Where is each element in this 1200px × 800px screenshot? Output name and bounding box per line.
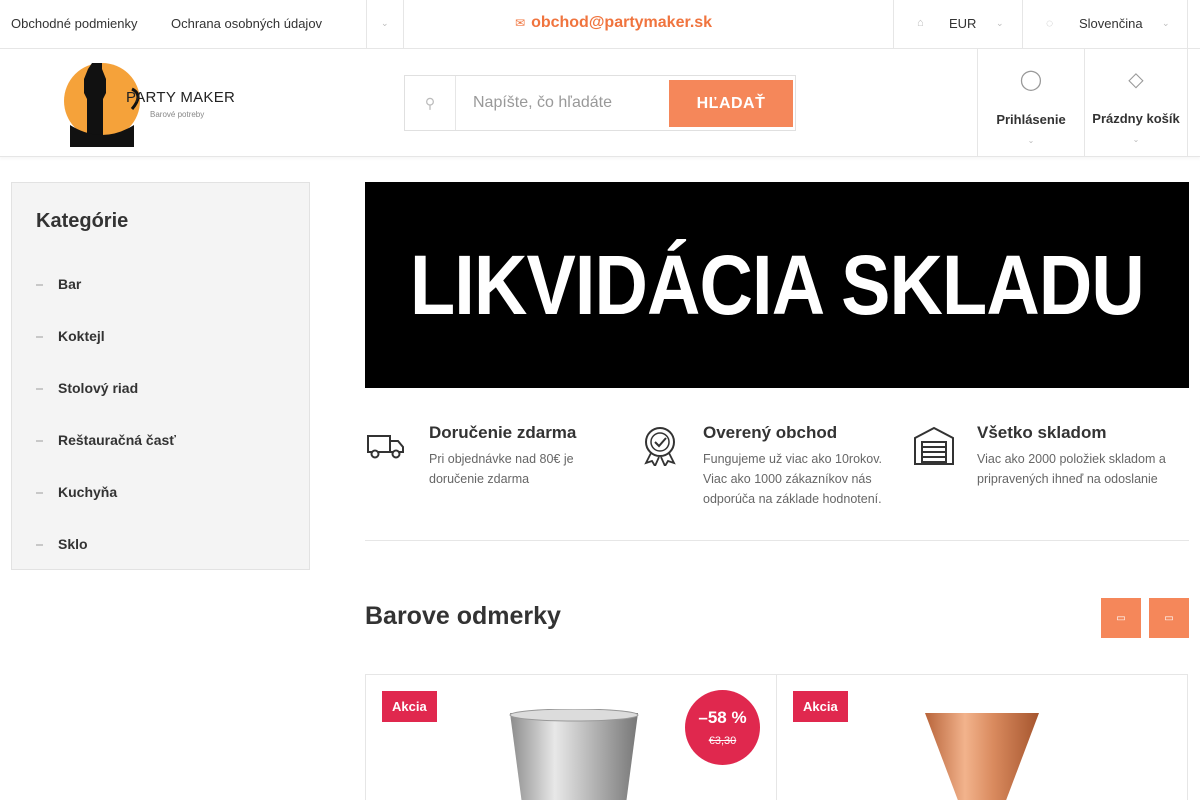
benefit-text: Fungujeme už viac ako 10rokov. Viac ako … xyxy=(703,452,883,506)
category-label: Sklo xyxy=(58,536,88,552)
bullet-icon xyxy=(36,388,43,391)
category-label: Kuchyňa xyxy=(58,484,118,500)
search-input[interactable] xyxy=(473,88,663,118)
discount-percent: –58 % xyxy=(698,708,747,727)
globe-icon: ◌ xyxy=(1046,16,1054,30)
discount-badge: –58 % €3,30 xyxy=(685,690,760,765)
category-item-restauracna-cast[interactable]: Reštauračná časť xyxy=(36,432,176,448)
divider xyxy=(403,0,404,48)
category-label: Stolový riad xyxy=(58,380,139,396)
sale-badge: Akcia xyxy=(793,691,848,722)
carousel-next-button[interactable]: ▭ xyxy=(1149,598,1189,638)
warehouse-icon xyxy=(914,426,954,465)
bullet-icon xyxy=(36,440,43,443)
category-item-bar[interactable]: Bar xyxy=(36,276,81,292)
divider xyxy=(893,0,894,48)
logo-tagline: Barové potreby xyxy=(150,110,205,119)
search-bar: ⚲ HĽADAŤ xyxy=(404,75,796,131)
badge-check-icon xyxy=(644,427,676,466)
category-sidebar: Kategórie Bar Koktejl Stolový riad Rešta… xyxy=(11,182,310,570)
divider xyxy=(366,0,367,48)
currency-icon: ⌂ xyxy=(917,17,924,29)
privacy-link[interactable]: Ochrana osobných údajov xyxy=(171,16,322,31)
category-label: Reštauračná časť xyxy=(58,432,176,448)
category-item-koktejl[interactable]: Koktejl xyxy=(36,328,105,344)
login-button[interactable]: ◯ Prihlásenie ⌄ xyxy=(977,49,1084,156)
benefit-title: Overený obchod xyxy=(703,423,838,442)
menu-chevron-icon[interactable]: ⌄ xyxy=(381,18,389,29)
promo-banner[interactable]: LIKVIDÁCIA SKLADU xyxy=(365,182,1189,388)
divider xyxy=(1187,0,1188,48)
benefit-title: Všetko skladom xyxy=(977,423,1107,442)
sale-badge: Akcia xyxy=(382,691,437,722)
divider xyxy=(1022,0,1023,48)
bullet-icon xyxy=(36,336,43,339)
carousel-prev-button[interactable]: ▭ xyxy=(1101,598,1141,638)
category-item-kuchyna[interactable]: Kuchyňa xyxy=(36,484,117,500)
benefit-text: Viac ako 2000 položiek skladom a priprav… xyxy=(977,452,1166,486)
logo-brand: PARTY MAKER xyxy=(126,89,236,106)
bullet-icon xyxy=(36,492,43,495)
section-title: Barove odmerky xyxy=(365,602,561,630)
header: PARTY MAKER Barové potreby ⚲ HĽADAŤ ◯ Pr… xyxy=(0,49,1200,157)
language-chevron-icon[interactable]: ⌄ xyxy=(1162,18,1170,29)
language-selector[interactable]: Slovenčina xyxy=(1079,16,1143,31)
bullet-icon xyxy=(36,284,43,287)
search-icon[interactable]: ⚲ xyxy=(405,76,456,130)
banner-text: LIKVIDÁCIA SKLADU xyxy=(410,237,1145,332)
product-card[interactable]: Akcia –58 % €3,30 xyxy=(365,674,777,800)
bullet-icon xyxy=(36,544,43,547)
cart-label: Prázdny košík xyxy=(1092,111,1180,126)
user-icon: ◯ xyxy=(1019,69,1043,91)
product-image xyxy=(509,709,639,800)
cart-chevron-icon: ⌄ xyxy=(1132,135,1140,144)
login-chevron-icon: ⌄ xyxy=(1027,136,1035,145)
product-image xyxy=(925,713,1039,800)
search-button[interactable]: HĽADAŤ xyxy=(669,80,793,127)
old-price: €3,30 xyxy=(708,735,737,747)
benefit-text: Pri objednávke nad 80€ je doručenie zdar… xyxy=(429,452,574,486)
currency-selector[interactable]: EUR xyxy=(949,16,976,31)
currency-chevron-icon[interactable]: ⌄ xyxy=(996,18,1004,29)
category-item-sklo[interactable]: Sklo xyxy=(36,536,88,552)
envelope-icon: ✉ xyxy=(515,16,526,30)
email-text: obchod@partymaker.sk xyxy=(531,14,713,31)
cart-button[interactable]: ◇ Prázdny košík ⌄ xyxy=(1084,49,1188,156)
logo[interactable]: PARTY MAKER Barové potreby xyxy=(62,55,242,147)
truck-icon xyxy=(367,435,404,459)
top-bar: Obchodné podmienky Ochrana osobných údaj… xyxy=(0,0,1200,49)
category-label: Bar xyxy=(58,276,82,292)
sidebar-title: Kategórie xyxy=(36,210,129,232)
cart-icon: ◇ xyxy=(1128,69,1144,91)
category-label: Koktejl xyxy=(58,328,105,344)
section-divider xyxy=(365,540,1189,541)
login-label: Prihlásenie xyxy=(996,112,1066,127)
product-card[interactable]: Akcia xyxy=(776,674,1188,800)
email-link[interactable]: ✉ obchod@partymaker.sk xyxy=(515,14,712,32)
terms-link[interactable]: Obchodné podmienky xyxy=(11,16,137,31)
benefit-title: Doručenie zdarma xyxy=(429,423,577,442)
category-item-stolovy-riad[interactable]: Stolový riad xyxy=(36,380,138,396)
